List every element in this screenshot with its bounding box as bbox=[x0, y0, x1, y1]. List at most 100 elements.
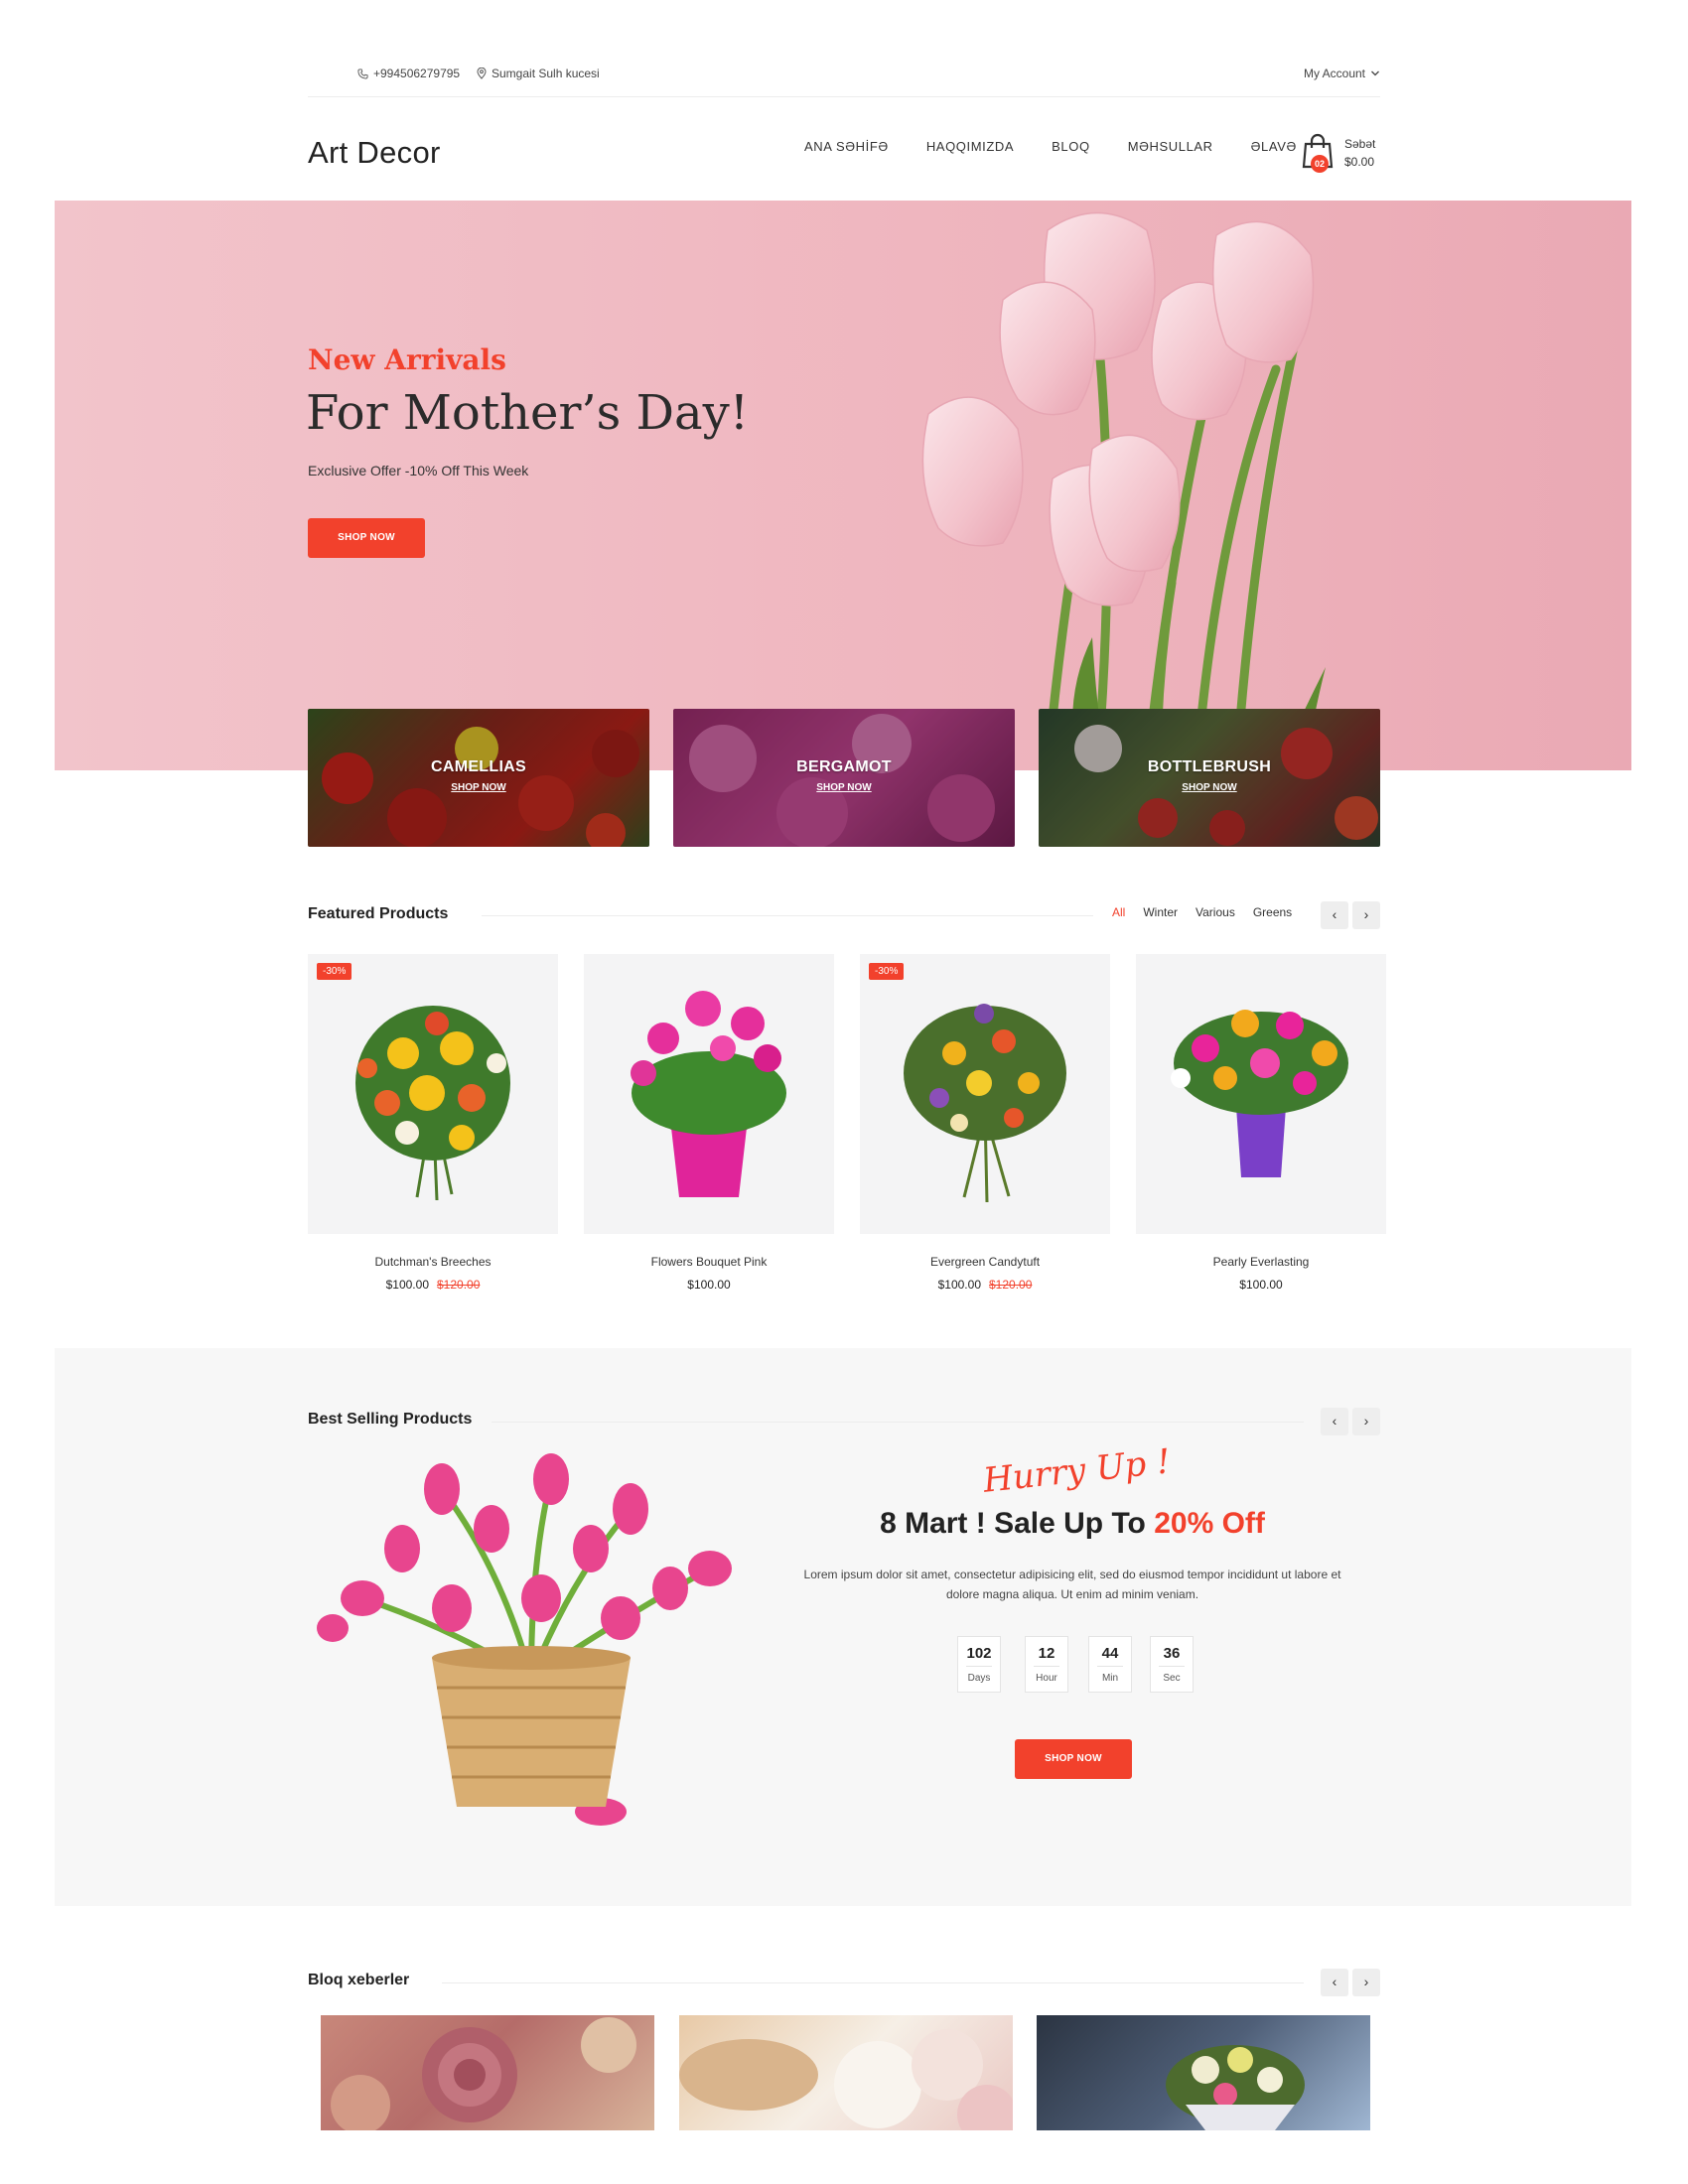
discount-badge: -30% bbox=[869, 963, 905, 980]
current-price: $100.00 bbox=[385, 1278, 429, 1292]
product-card[interactable]: -30% bbox=[860, 954, 1110, 1234]
category-shop-link[interactable]: SHOP NOW bbox=[673, 782, 1015, 793]
section-divider bbox=[442, 1982, 1304, 1983]
product-image bbox=[355, 1006, 510, 1201]
countdown-hours: 12 Hour bbox=[1025, 1636, 1068, 1693]
top-bar: +994506279795 Sumgait Sulh kucesi My Acc… bbox=[308, 58, 1380, 97]
category-shop-link[interactable]: SHOP NOW bbox=[308, 782, 649, 793]
main-nav: ANA SƏHİFƏ HAQQIMIZDA BLOQ MƏHSULLAR ƏLA… bbox=[804, 139, 1297, 154]
countdown-days: 102 Days bbox=[957, 1636, 1001, 1693]
nav-item-about[interactable]: HAQQIMIZDA bbox=[926, 139, 1014, 154]
location-pin-icon bbox=[477, 68, 487, 79]
cart-info: Səbət $0.00 bbox=[1344, 135, 1375, 171]
product-name[interactable]: Flowers Bouquet Pink bbox=[584, 1255, 834, 1269]
nav-item-blog[interactable]: BLOQ bbox=[1052, 139, 1090, 154]
category-image-camellias bbox=[308, 709, 649, 847]
peony-photo bbox=[679, 2029, 1013, 2130]
category-tile-camellias[interactable]: CAMELLIAS SHOP NOW bbox=[308, 709, 649, 847]
category-tile-bergamot[interactable]: BERGAMOT SHOP NOW bbox=[673, 709, 1015, 847]
countdown-label: Sec bbox=[1159, 1666, 1185, 1692]
countdown-value: 36 bbox=[1163, 1645, 1181, 1662]
featured-section-title: Featured Products bbox=[308, 905, 449, 922]
countdown-value: 44 bbox=[1101, 1645, 1119, 1662]
product-card[interactable]: -30% bbox=[308, 954, 558, 1234]
sale-shop-now-button[interactable]: SHOP NOW bbox=[1015, 1739, 1132, 1779]
product-price: $100.00 $120.00 bbox=[308, 1278, 558, 1292]
old-price: $120.00 bbox=[437, 1278, 481, 1292]
product-price: $100.00 bbox=[584, 1278, 834, 1292]
cart-widget[interactable]: 02 Səbət $0.00 bbox=[1301, 133, 1382, 179]
category-image-bergamot bbox=[673, 709, 1015, 847]
blog-post-image[interactable] bbox=[1037, 2015, 1370, 2130]
countdown-label: Days bbox=[966, 1666, 992, 1692]
countdown-seconds: 36 Sec bbox=[1150, 1636, 1194, 1693]
cart-count-badge: 02 bbox=[1311, 155, 1329, 173]
my-account-dropdown[interactable]: My Account bbox=[1304, 67, 1380, 80]
filter-greens[interactable]: Greens bbox=[1253, 905, 1292, 919]
phone-number: +994506279795 bbox=[373, 67, 461, 80]
filter-all[interactable]: All bbox=[1112, 905, 1125, 919]
address-info: Sumgait Sulh kucesi bbox=[477, 67, 600, 80]
nav-item-products[interactable]: MƏHSULLAR bbox=[1128, 139, 1213, 154]
phone-info[interactable]: +994506279795 bbox=[357, 67, 460, 80]
hero-title: For Mother’s Day! bbox=[306, 385, 750, 441]
countdown-label: Hour bbox=[1034, 1666, 1059, 1692]
current-price: $100.00 bbox=[1239, 1278, 1283, 1292]
discount-badge: -30% bbox=[317, 963, 352, 980]
blog-prev-button[interactable]: ‹ bbox=[1321, 1969, 1348, 1996]
category-title: BERGAMOT bbox=[796, 758, 892, 775]
hero-shop-now-button[interactable]: SHOP NOW bbox=[308, 518, 425, 558]
hero-banner bbox=[55, 201, 1631, 770]
my-account-label: My Account bbox=[1303, 67, 1365, 80]
category-tile-bottlebrush[interactable]: BOTTLEBRUSH SHOP NOW bbox=[1039, 709, 1380, 847]
best-selling-section bbox=[55, 1348, 1631, 1906]
hero-offer-text: Exclusive Offer -10% Off This Week bbox=[308, 463, 529, 478]
product-name[interactable]: Dutchman's Breeches bbox=[308, 1255, 558, 1269]
best-prev-button[interactable]: ‹ bbox=[1321, 1408, 1348, 1435]
best-next-button[interactable]: › bbox=[1352, 1408, 1380, 1435]
nav-item-home[interactable]: ANA SƏHİFƏ bbox=[804, 139, 889, 154]
product-image bbox=[631, 991, 786, 1197]
cart-label: Səbət bbox=[1344, 137, 1376, 151]
countdown-value: 102 bbox=[966, 1645, 992, 1662]
featured-prev-button[interactable]: ‹ bbox=[1321, 901, 1348, 929]
blog-next-button[interactable]: › bbox=[1352, 1969, 1380, 1996]
filter-various[interactable]: Various bbox=[1196, 905, 1235, 919]
current-price: $100.00 bbox=[687, 1278, 731, 1292]
nav-item-more[interactable]: ƏLAVƏ bbox=[1251, 139, 1297, 154]
product-card[interactable] bbox=[584, 954, 834, 1234]
best-selling-title: Best Selling Products bbox=[308, 1411, 473, 1428]
cart-total: $0.00 bbox=[1344, 155, 1375, 169]
site-logo[interactable]: Art Decor bbox=[308, 135, 441, 171]
featured-next-button[interactable]: › bbox=[1352, 901, 1380, 929]
filter-winter[interactable]: Winter bbox=[1143, 905, 1178, 919]
section-divider bbox=[482, 915, 1093, 916]
category-shop-link[interactable]: SHOP NOW bbox=[1039, 782, 1380, 793]
product-name[interactable]: Pearly Everlasting bbox=[1136, 1255, 1386, 1269]
hero-subtitle: New Arrivals bbox=[308, 343, 506, 376]
section-divider bbox=[492, 1422, 1304, 1423]
rose-photo bbox=[331, 2017, 636, 2130]
sale-headline: 8 Mart ! Sale Up To 20% Off bbox=[844, 1507, 1301, 1541]
old-price: $120.00 bbox=[989, 1278, 1033, 1292]
category-image-bottlebrush bbox=[1039, 709, 1380, 847]
sale-highlight: 20% Off bbox=[1154, 1507, 1265, 1540]
countdown-minutes: 44 Min bbox=[1088, 1636, 1132, 1693]
current-price: $100.00 bbox=[937, 1278, 981, 1292]
product-image bbox=[904, 1004, 1066, 1203]
product-price: $100.00 bbox=[1136, 1278, 1386, 1292]
chevron-down-icon bbox=[1370, 69, 1380, 77]
product-price: $100.00 $120.00 bbox=[860, 1278, 1110, 1292]
bouquet-photo bbox=[1166, 2045, 1305, 2130]
product-filters: All Winter Various Greens bbox=[1112, 905, 1292, 919]
blog-post-image[interactable] bbox=[679, 2015, 1013, 2130]
product-card[interactable] bbox=[1136, 954, 1386, 1234]
sale-headline-text: 8 Mart ! Sale Up To bbox=[880, 1507, 1155, 1540]
blog-post-image[interactable] bbox=[321, 2015, 654, 2130]
address-text: Sumgait Sulh kucesi bbox=[492, 67, 600, 80]
category-title: CAMELLIAS bbox=[430, 758, 527, 775]
phone-icon bbox=[357, 68, 368, 79]
product-image bbox=[1171, 1010, 1348, 1177]
category-title: BOTTLEBRUSH bbox=[1147, 758, 1272, 775]
product-name[interactable]: Evergreen Candytuft bbox=[860, 1255, 1110, 1269]
